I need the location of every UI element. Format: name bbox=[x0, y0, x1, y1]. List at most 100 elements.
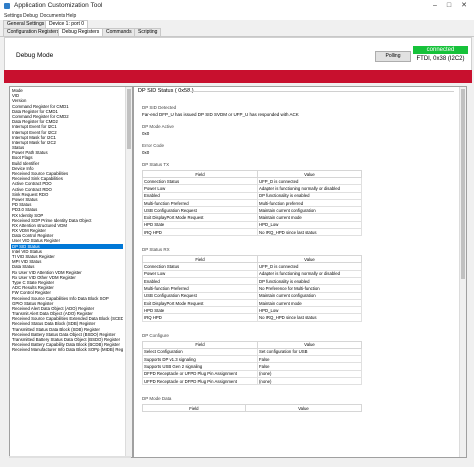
table-header-row: Field Value bbox=[142, 255, 362, 264]
row-field: HPD State bbox=[142, 306, 258, 315]
table-row[interactable]: Connection Status UFP_D is connected bbox=[142, 176, 362, 186]
detail-scrollbar-thumb[interactable] bbox=[461, 89, 465, 279]
column-header[interactable]: Field bbox=[142, 404, 246, 413]
row-value: Adapter is functioning normally or disab… bbox=[257, 184, 362, 193]
field-label: Error Code bbox=[142, 143, 165, 148]
table-row[interactable]: Multi-function Preferred No Preference fo… bbox=[142, 284, 362, 293]
register-detail-title: DP SID Status ( 0x58 ) bbox=[138, 88, 194, 94]
table-row[interactable]: HPD State HPD_Low bbox=[142, 306, 362, 315]
table-row[interactable]: Enabled DP functionality is enabled bbox=[142, 191, 362, 200]
row-value: Maintain current configuration bbox=[257, 291, 362, 300]
connection-status-badge: connected bbox=[413, 46, 468, 54]
polling-button[interactable]: Polling bbox=[375, 51, 411, 62]
list-item[interactable]: Received Manufacturer Info Data Block SO… bbox=[11, 347, 123, 352]
table-row[interactable]: Supports DP v1.3 signaling False bbox=[142, 355, 362, 364]
tab-scripting[interactable]: Scripting bbox=[134, 28, 162, 36]
row-field: Power Low bbox=[142, 184, 258, 193]
accent-bar bbox=[4, 70, 472, 83]
tab-configuration-registers[interactable]: Configuration Registers bbox=[3, 28, 64, 36]
row-value: HPD_Low bbox=[257, 306, 362, 315]
row-value: DP functionality is enabled bbox=[257, 191, 362, 200]
list-scrollbar[interactable] bbox=[125, 87, 132, 457]
column-header[interactable]: Field bbox=[142, 170, 258, 178]
menu-settings[interactable]: Settings bbox=[4, 13, 22, 19]
close-icon[interactable]: ✕ bbox=[457, 1, 471, 11]
row-field: DFPD Receptacle or UFPD Plug Pin Assignm… bbox=[142, 369, 258, 378]
column-header[interactable]: Value bbox=[257, 170, 362, 178]
table-row[interactable]: USB Configuration Request Maintain curren… bbox=[142, 291, 362, 300]
field-table: Field Value Connection Status UFP_D is conn… bbox=[142, 255, 362, 322]
row-field: Exit DisplayPort Mode Request bbox=[142, 298, 258, 308]
table-row[interactable]: Multi-function Preferred Multi-function p… bbox=[142, 198, 362, 208]
field-value: 0x0 bbox=[142, 150, 150, 155]
table-row[interactable]: Connection Status UFP_D is connected bbox=[142, 262, 362, 271]
field-value: 0x0 bbox=[142, 131, 150, 136]
menu-debug[interactable]: Debug bbox=[23, 13, 38, 19]
column-header[interactable]: Value bbox=[244, 404, 363, 413]
field-table: Field Value Connection Status UFP_D is conn… bbox=[142, 170, 362, 237]
row-field: Exit DisplayPort Mode Request bbox=[142, 213, 258, 222]
field-label: DP SID Detected bbox=[142, 105, 177, 110]
row-field: USB Configuration Request bbox=[142, 291, 258, 300]
table-row[interactable]: IRQ HPD No IRQ_HPD since last status bbox=[142, 313, 362, 322]
table-label: DP Configure bbox=[142, 332, 169, 338]
table-row[interactable]: Exit DisplayPort Mode Request Maintain cu… bbox=[142, 213, 362, 222]
tab-debug-registers[interactable]: Debug Registers bbox=[58, 28, 104, 36]
row-field: UFPD Receptacle or DFPD Plug Pin Assignm… bbox=[142, 376, 258, 386]
row-field: IRQ HPD bbox=[142, 313, 258, 322]
register-detail-panel: DP SID Status ( 0x58 ) DP SID Detected Fa… bbox=[133, 86, 467, 458]
register-detail-content: DP SID Detected Far-end DFP_U has issued … bbox=[142, 104, 452, 422]
list-item[interactable]: Received Source Capabilities Info Data B… bbox=[11, 296, 123, 301]
table-header-row: Field Value bbox=[142, 404, 363, 413]
window-title: Application Customization Tool bbox=[14, 2, 103, 9]
row-value: UFP_D is connected bbox=[257, 262, 362, 271]
row-value: False bbox=[257, 362, 362, 371]
row-field: USB Configuration Request bbox=[142, 206, 258, 215]
table-row[interactable]: Exit DisplayPort Mode Request Maintain cu… bbox=[142, 298, 362, 308]
field-label: DP Mode Active bbox=[142, 124, 174, 129]
maximize-icon[interactable]: □ bbox=[442, 1, 456, 11]
status-bar bbox=[0, 458, 474, 467]
row-field: Supports USB Gen 2 signaling bbox=[142, 362, 258, 371]
row-field: Supports DP v1.3 signaling bbox=[142, 355, 258, 364]
field-value: Far-end DFP_U has issued DP SID SVDM or … bbox=[142, 112, 299, 117]
menu-help[interactable]: Help bbox=[66, 13, 76, 19]
column-header[interactable]: Field bbox=[142, 255, 258, 264]
table-row[interactable]: Supports USB Gen 2 signaling False bbox=[142, 362, 362, 371]
table-header-row: Field Value bbox=[142, 170, 362, 178]
menu-documents[interactable]: Documents bbox=[40, 13, 65, 19]
register-list: Mode VID Version Command Register for CMD1 D… bbox=[11, 88, 123, 353]
debug-header: Debug Mode Polling connected FTDI, 0x38 … bbox=[4, 37, 472, 72]
title-bar: Application Customization Tool – □ ✕ bbox=[0, 0, 474, 12]
detail-scrollbar[interactable] bbox=[459, 87, 466, 457]
column-header[interactable]: Value bbox=[257, 340, 362, 349]
table-row[interactable]: DFPD Receptacle or UFPD Plug Pin Assignm… bbox=[142, 369, 362, 378]
row-value: False bbox=[257, 355, 362, 364]
row-value: HPD_Low bbox=[257, 220, 362, 230]
table-label: DP Status RX bbox=[142, 247, 170, 253]
list-scrollbar-thumb[interactable] bbox=[127, 89, 131, 149]
table-row[interactable]: Power Low Adapter is functioning normally… bbox=[142, 184, 362, 193]
row-value: Maintain current mode bbox=[257, 213, 362, 222]
row-field: HPD State bbox=[142, 220, 258, 230]
tab-commands[interactable]: Commands bbox=[102, 28, 136, 36]
table-row[interactable]: UFPD Receptacle or DFPD Plug Pin Assignm… bbox=[142, 376, 362, 386]
row-value: Adapter is functioning normally or disab… bbox=[257, 269, 362, 278]
table-row[interactable]: Select Configuration Set configuration fo… bbox=[142, 347, 362, 357]
title-divider bbox=[189, 91, 454, 92]
table-row[interactable]: IRQ HPD No IRQ_HPD since last status bbox=[142, 228, 362, 237]
row-field: Multi-function Preferred bbox=[142, 198, 258, 208]
table-row[interactable]: Enabled DP functionality is enabled bbox=[142, 276, 362, 286]
table-row[interactable]: USB Configuration Request Maintain curren… bbox=[142, 206, 362, 215]
tab-general-settings[interactable]: General Settings bbox=[3, 20, 49, 28]
minimize-icon[interactable]: – bbox=[428, 1, 442, 11]
table-row[interactable]: Power Low Adapter is functioning normally… bbox=[142, 269, 362, 278]
table-label: DP Status TX bbox=[142, 162, 170, 167]
tab-device-1[interactable]: Device 1: port 0 bbox=[45, 20, 89, 28]
column-header[interactable]: Field bbox=[142, 340, 258, 349]
row-field: Select Configuration bbox=[142, 347, 258, 357]
column-header[interactable]: Value bbox=[257, 255, 362, 264]
row-value: DP functionality is enabled bbox=[257, 276, 362, 286]
table-row[interactable]: HPD State HPD_Low bbox=[142, 220, 362, 230]
row-field: Multi-function Preferred bbox=[142, 284, 258, 293]
